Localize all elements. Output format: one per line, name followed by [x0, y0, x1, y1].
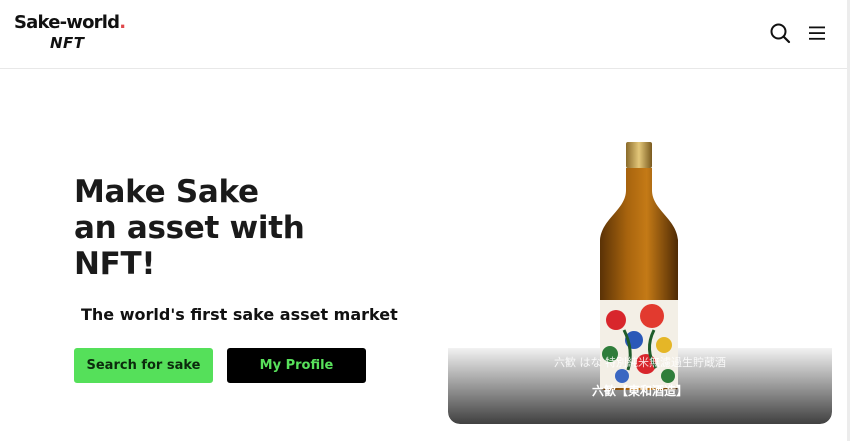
headline-line-1: Make Sake: [74, 174, 259, 210]
hero-headline: Make Sake an asset with NFT!: [74, 174, 394, 282]
featured-sake-subtitle: 六歓 はな 特別純米無濾過生貯蔵酒: [554, 356, 726, 369]
hamburger-menu-icon: [809, 26, 825, 40]
site-header: Sake-world. NFT: [0, 0, 850, 69]
logo-wordmark: Sake-world.: [14, 12, 126, 33]
headline-line-2: an asset with: [74, 210, 305, 246]
search-button[interactable]: [768, 21, 792, 45]
my-profile-button[interactable]: My Profile: [227, 348, 366, 383]
menu-button[interactable]: [805, 21, 829, 45]
search-for-sake-button[interactable]: Search for sake: [74, 348, 213, 383]
logo-nft-label: NFT: [50, 34, 85, 52]
featured-sake-card[interactable]: 六歓 はな 特別純米無濾過生貯蔵酒 六歓【東和酒造】: [448, 128, 832, 424]
logo-dot: .: [119, 12, 126, 33]
headline-line-3: NFT!: [74, 246, 156, 282]
sake-bottle-image: [600, 142, 678, 390]
sake-world-nft-logo[interactable]: Sake-world. NFT: [14, 12, 134, 54]
search-icon: [770, 23, 791, 44]
hero-tagline: The world's first sake asset market: [81, 305, 398, 324]
featured-sake-title: 六歓【東和酒造】: [591, 384, 688, 398]
